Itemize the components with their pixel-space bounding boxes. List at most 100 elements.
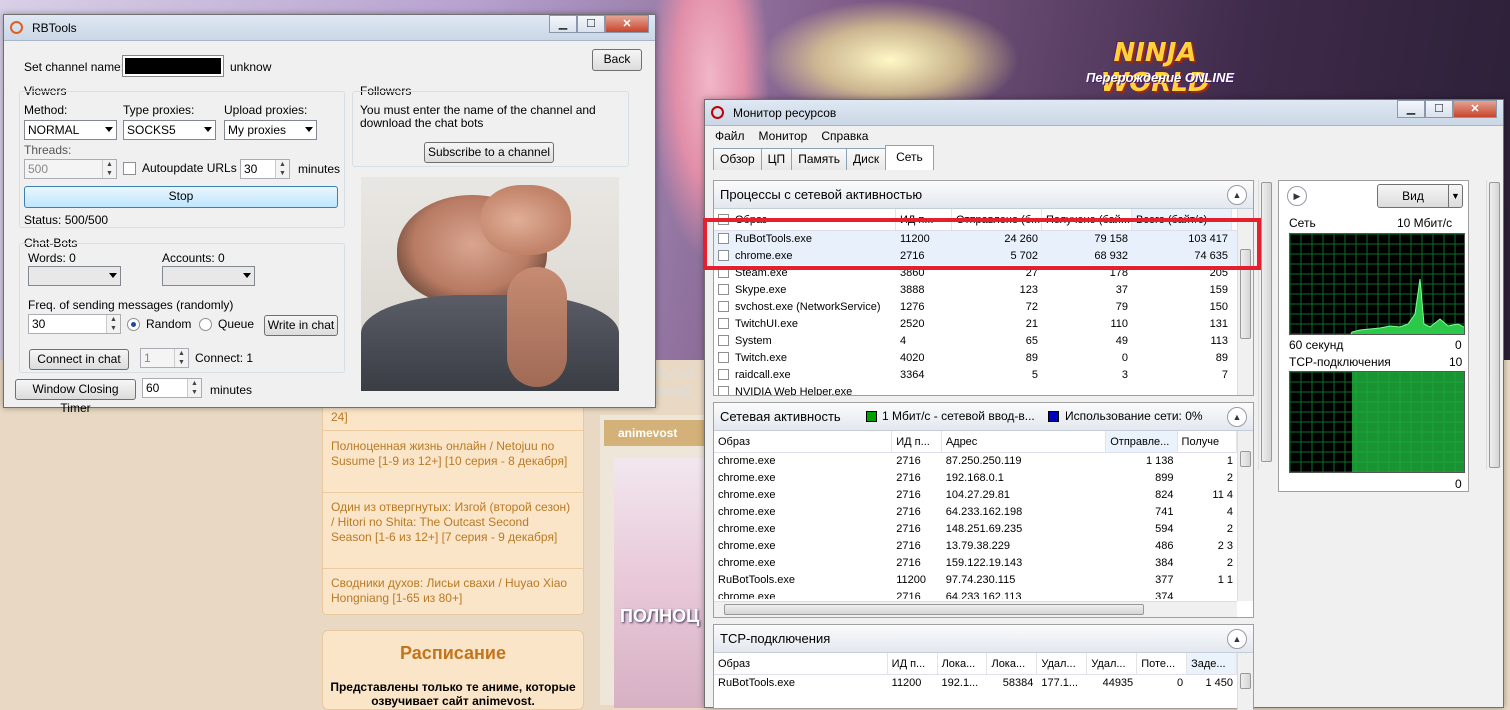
network-hscrollbar[interactable] (714, 601, 1237, 617)
table-row[interactable]: chrome.exe 2716 192.168.0.1 899 2 (714, 470, 1237, 487)
tab-disk[interactable]: Диск (845, 148, 887, 170)
write-in-chat-button[interactable]: Write in chat (264, 315, 338, 336)
table-row[interactable]: raidcall.exe 3364 5 3 7 (714, 367, 1237, 384)
channel-input[interactable] (122, 55, 224, 77)
menu-help[interactable]: Справка (821, 126, 868, 146)
network-scrollbar[interactable] (1237, 431, 1253, 601)
minimize-button[interactable]: ▁ (549, 15, 577, 33)
window-closing-timer-button[interactable]: Window Closing Timer (15, 379, 136, 415)
subscribe-button[interactable]: Subscribe to a channel (424, 142, 554, 163)
row-checkbox[interactable] (718, 318, 729, 329)
tab-overview[interactable]: Обзор (713, 148, 762, 170)
col-local-address[interactable]: Лока... (938, 653, 988, 674)
col-image[interactable]: Образ (714, 653, 888, 674)
row-checkbox[interactable] (718, 335, 729, 346)
table-cell: 2716 (896, 472, 921, 484)
minimize-button[interactable]: ▁ (1397, 100, 1425, 118)
col-pid[interactable]: ИД п... (892, 431, 942, 452)
expand-icon[interactable]: ▶ (1287, 186, 1307, 206)
connect-label: Connect: 1 (195, 351, 254, 365)
anime-poster[interactable]: ПОЛНОЦ (614, 458, 710, 708)
resmon-titlebar[interactable]: Монитор ресурсов ▁ ☐ ✕ (705, 100, 1503, 126)
table-row[interactable]: chrome.exe 2716 104.27.29.81 824 11 4 (714, 487, 1237, 504)
list-item-fragment[interactable]: 24] (331, 410, 571, 425)
table-row[interactable]: chrome.exe 2716 64.233.162.198 741 4 (714, 504, 1237, 521)
list-item[interactable]: Полноценная жизнь онлайн / Netojuu no Su… (331, 439, 571, 469)
table-cell: RuBotTools.exe (718, 677, 796, 689)
col-local-port[interactable]: Лока... (987, 653, 1038, 674)
rbtools-titlebar[interactable]: RBTools ▁ ☐ ✕ (4, 15, 655, 41)
col-image[interactable]: Образ (714, 431, 893, 452)
table-row[interactable]: Twitch.exe 4020 89 0 89 (714, 350, 1237, 367)
table-row[interactable]: chrome.exe 2716 64.233.162.113 374 (714, 589, 1237, 599)
graph-scrollbar[interactable] (1486, 180, 1502, 470)
col-address[interactable]: Адрес (942, 431, 1107, 452)
table-row[interactable]: System 4 65 49 113 (714, 333, 1237, 350)
stop-button[interactable]: Stop (24, 186, 338, 208)
close-button[interactable]: ✕ (1453, 100, 1497, 118)
autoupdate-spinner[interactable]: 30 ▲ ▼ (240, 159, 290, 179)
processes-header[interactable]: Процессы с сетевой активностью ▲ (714, 181, 1253, 209)
col-received[interactable]: Получе (1178, 431, 1237, 452)
autoupdate-label: Autoupdate URLs ? (142, 161, 247, 175)
row-checkbox[interactable] (718, 352, 729, 363)
type-proxies-select[interactable]: SOCKS5 (123, 120, 216, 140)
table-cell: 374 (1155, 591, 1174, 599)
list-item[interactable]: Один из отвергнутых: Изгой (второй сезон… (331, 500, 571, 545)
table-cell: 64.233.162.198 (945, 506, 1023, 518)
row-checkbox[interactable] (718, 284, 729, 295)
timer-spinner[interactable]: 60 ▲ ▼ (142, 378, 202, 398)
col-packet-loss[interactable]: Поте... (1137, 653, 1188, 674)
chevron-down-icon: ▼ (1448, 185, 1462, 207)
table-row[interactable]: Skype.exe 3888 123 37 159 (714, 282, 1237, 299)
col-sent[interactable]: Отправле... (1106, 431, 1178, 452)
close-button[interactable]: ✕ (605, 15, 649, 33)
connect-in-chat-button[interactable]: Connect in chat (29, 349, 129, 370)
maximize-button[interactable]: ☐ (1425, 100, 1453, 118)
collapse-icon[interactable]: ▲ (1227, 185, 1247, 205)
connect-spinner[interactable]: 1 ▲ ▼ (140, 348, 189, 368)
method-select[interactable]: NORMAL (24, 120, 117, 140)
random-radio[interactable] (127, 318, 140, 331)
mid-header: animevost (604, 420, 710, 446)
collapse-icon[interactable]: ▲ (1227, 629, 1247, 649)
row-checkbox[interactable] (718, 301, 729, 312)
table-row[interactable]: chrome.exe 2716 87.250.250.119 1 138 1 (714, 453, 1237, 470)
table-row[interactable]: TwitchUI.exe 2520 21 110 131 (714, 316, 1237, 333)
table-row[interactable]: NVIDIA Web Helper.exe (714, 384, 1237, 395)
network-header[interactable]: Сетевая активность 1 Мбит/с - сетевой вв… (714, 403, 1253, 431)
table-row[interactable]: RuBotTools.exe 11200 97.74.230.115 377 1 1 (714, 572, 1237, 589)
back-button[interactable]: Back (592, 49, 642, 71)
view-button[interactable]: Вид ▼ (1377, 184, 1463, 208)
row-checkbox[interactable] (718, 369, 729, 380)
queue-radio[interactable] (199, 318, 212, 331)
table-row[interactable]: svchost.exe (NetworkService) 1276 72 79 150 (714, 299, 1237, 316)
table-row[interactable]: RuBotTools.exe 11200 192.1... 58384 177.1...… (714, 675, 1237, 692)
col-latency[interactable]: Заде... (1187, 653, 1237, 674)
list-item[interactable]: Сводники духов: Лисьи свахи / Huyao Xiao… (331, 576, 571, 606)
table-cell: 87.250.250.119 (945, 455, 1022, 467)
table-row[interactable]: chrome.exe 2716 148.251.69.235 594 2 (714, 521, 1237, 538)
threads-spinner[interactable]: 500 ▲ ▼ (24, 159, 117, 179)
tab-memory[interactable]: Память (791, 148, 847, 170)
tab-network[interactable]: Сеть (885, 145, 934, 170)
upload-proxies-select[interactable]: My proxies (224, 120, 317, 140)
row-checkbox[interactable] (718, 386, 729, 395)
words-select[interactable] (28, 266, 121, 286)
autoupdate-checkbox[interactable] (123, 162, 136, 175)
col-remote-address[interactable]: Удал... (1037, 653, 1088, 674)
menu-monitor[interactable]: Монитор (759, 126, 808, 146)
col-remote-port[interactable]: Удал... (1087, 653, 1138, 674)
tcp-header[interactable]: TCP-подключения ▲ (714, 625, 1253, 653)
table-row[interactable]: chrome.exe 2716 159.122.19.143 384 2 (714, 555, 1237, 572)
tcp-scrollbar[interactable] (1237, 653, 1253, 710)
freq-spinner[interactable]: 30 ▲ ▼ (28, 314, 121, 334)
accounts-select[interactable] (162, 266, 255, 286)
tab-cpu[interactable]: ЦП (760, 148, 793, 170)
col-pid[interactable]: ИД п... (888, 653, 938, 674)
menu-file[interactable]: Файл (715, 126, 745, 146)
collapse-icon[interactable]: ▲ (1227, 407, 1247, 427)
table-cell: 159 (1209, 284, 1228, 296)
table-row[interactable]: chrome.exe 2716 13.79.38.229 486 2 3 (714, 538, 1237, 555)
maximize-button[interactable]: ☐ (577, 15, 605, 33)
